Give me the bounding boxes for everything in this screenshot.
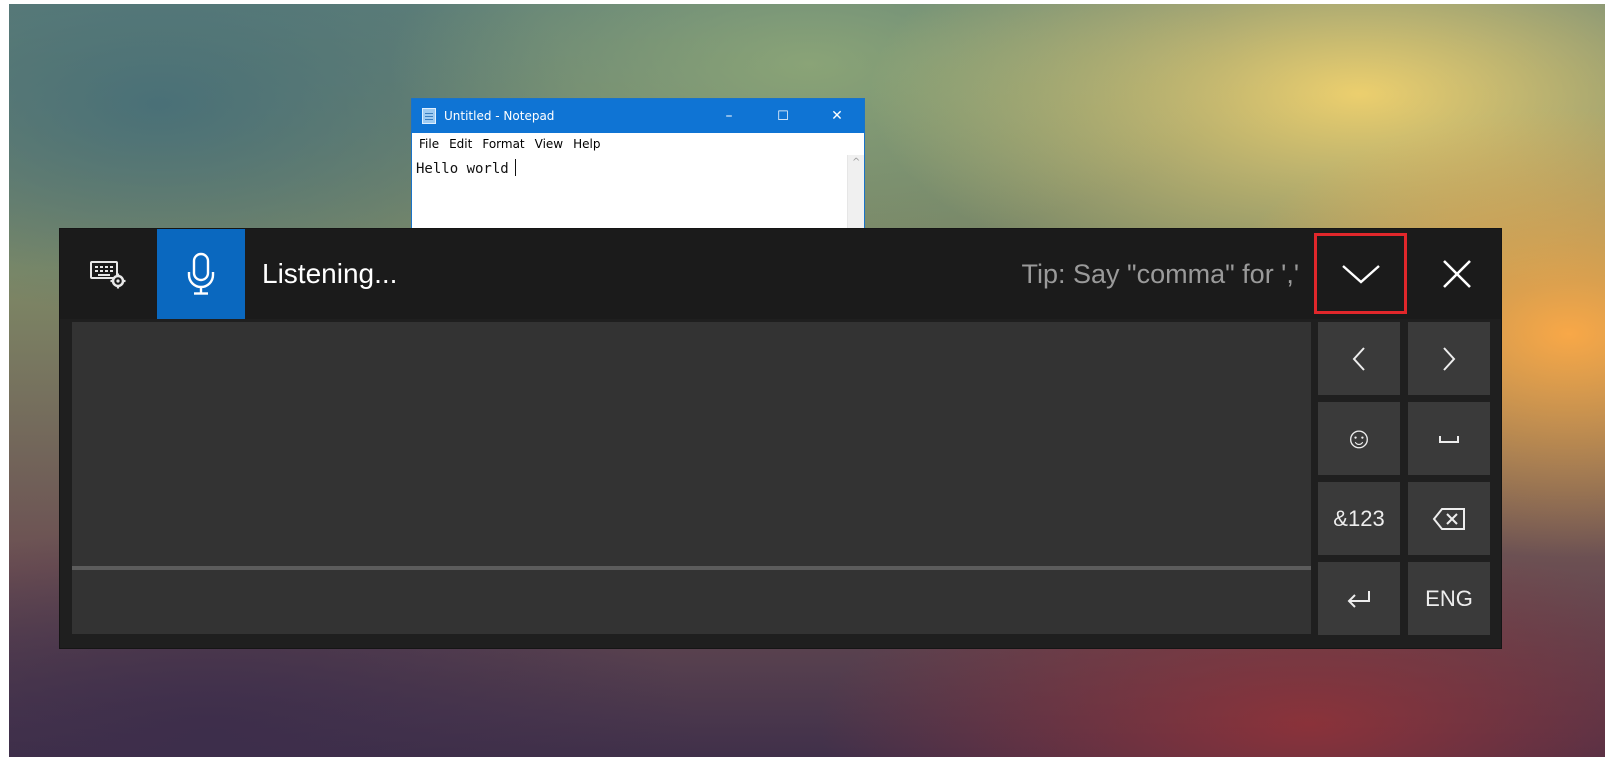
notepad-menu-bar: File Edit Format View Help [412, 133, 864, 154]
cursor-right-key[interactable] [1408, 322, 1490, 395]
notepad-text: Hello world [416, 161, 509, 177]
menu-format[interactable]: Format [482, 137, 524, 151]
language-key-label: ENG [1425, 585, 1473, 611]
language-key[interactable]: ENG [1408, 562, 1490, 635]
backspace-icon [1432, 507, 1465, 530]
space-icon [1439, 435, 1459, 443]
dictation-tip: Tip: Say "comma" for ',' [1021, 259, 1299, 289]
dictation-panel: Listening... Tip: Say "comma" for ',' ☺ … [60, 229, 1501, 648]
keyboard-settings-icon [89, 261, 125, 289]
menu-help[interactable]: Help [573, 137, 600, 151]
cursor-left-key[interactable] [1318, 322, 1400, 395]
collapse-button[interactable] [1314, 233, 1407, 314]
microphone-button[interactable] [157, 229, 245, 319]
text-caret [514, 159, 516, 176]
notepad-scrollbar[interactable] [847, 155, 864, 237]
emoji-key[interactable]: ☺ [1318, 402, 1400, 475]
backspace-key[interactable] [1408, 482, 1490, 555]
notepad-title-bar[interactable]: Untitled - Notepad – ☐ ✕ [412, 99, 864, 133]
emoji-icon: ☺ [1343, 421, 1375, 455]
chevron-left-icon [1352, 346, 1365, 371]
microphone-icon [187, 252, 215, 295]
enter-key[interactable] [1318, 562, 1400, 635]
chevron-right-icon [1443, 346, 1456, 371]
symbols-key[interactable]: &123 [1318, 482, 1400, 555]
notepad-icon [422, 108, 436, 124]
menu-edit[interactable]: Edit [449, 137, 472, 151]
keyboard-settings-button[interactable] [60, 229, 157, 319]
close-notepad-button[interactable]: ✕ [810, 99, 864, 133]
suggestion-bar[interactable] [72, 570, 1311, 634]
dictation-toolbar: Listening... Tip: Say "comma" for ',' [60, 229, 1501, 319]
listening-status: Listening... [262, 258, 398, 289]
space-key[interactable] [1408, 402, 1490, 475]
minimize-button[interactable]: – [702, 99, 756, 133]
close-dictation-button[interactable] [1412, 229, 1501, 319]
chevron-down-icon [1341, 264, 1380, 284]
enter-icon [1347, 590, 1370, 608]
notepad-text-area[interactable]: Hello world [412, 155, 848, 237]
notepad-window[interactable]: Untitled - Notepad – ☐ ✕ File Edit Forma… [411, 98, 865, 238]
menu-view[interactable]: View [535, 137, 563, 151]
maximize-button[interactable]: ☐ [756, 99, 810, 133]
notepad-title: Untitled - Notepad [444, 109, 555, 123]
menu-file[interactable]: File [419, 137, 439, 151]
symbols-key-label: &123 [1333, 505, 1385, 531]
close-icon [1442, 260, 1471, 288]
dictation-text-area[interactable] [72, 322, 1311, 566]
